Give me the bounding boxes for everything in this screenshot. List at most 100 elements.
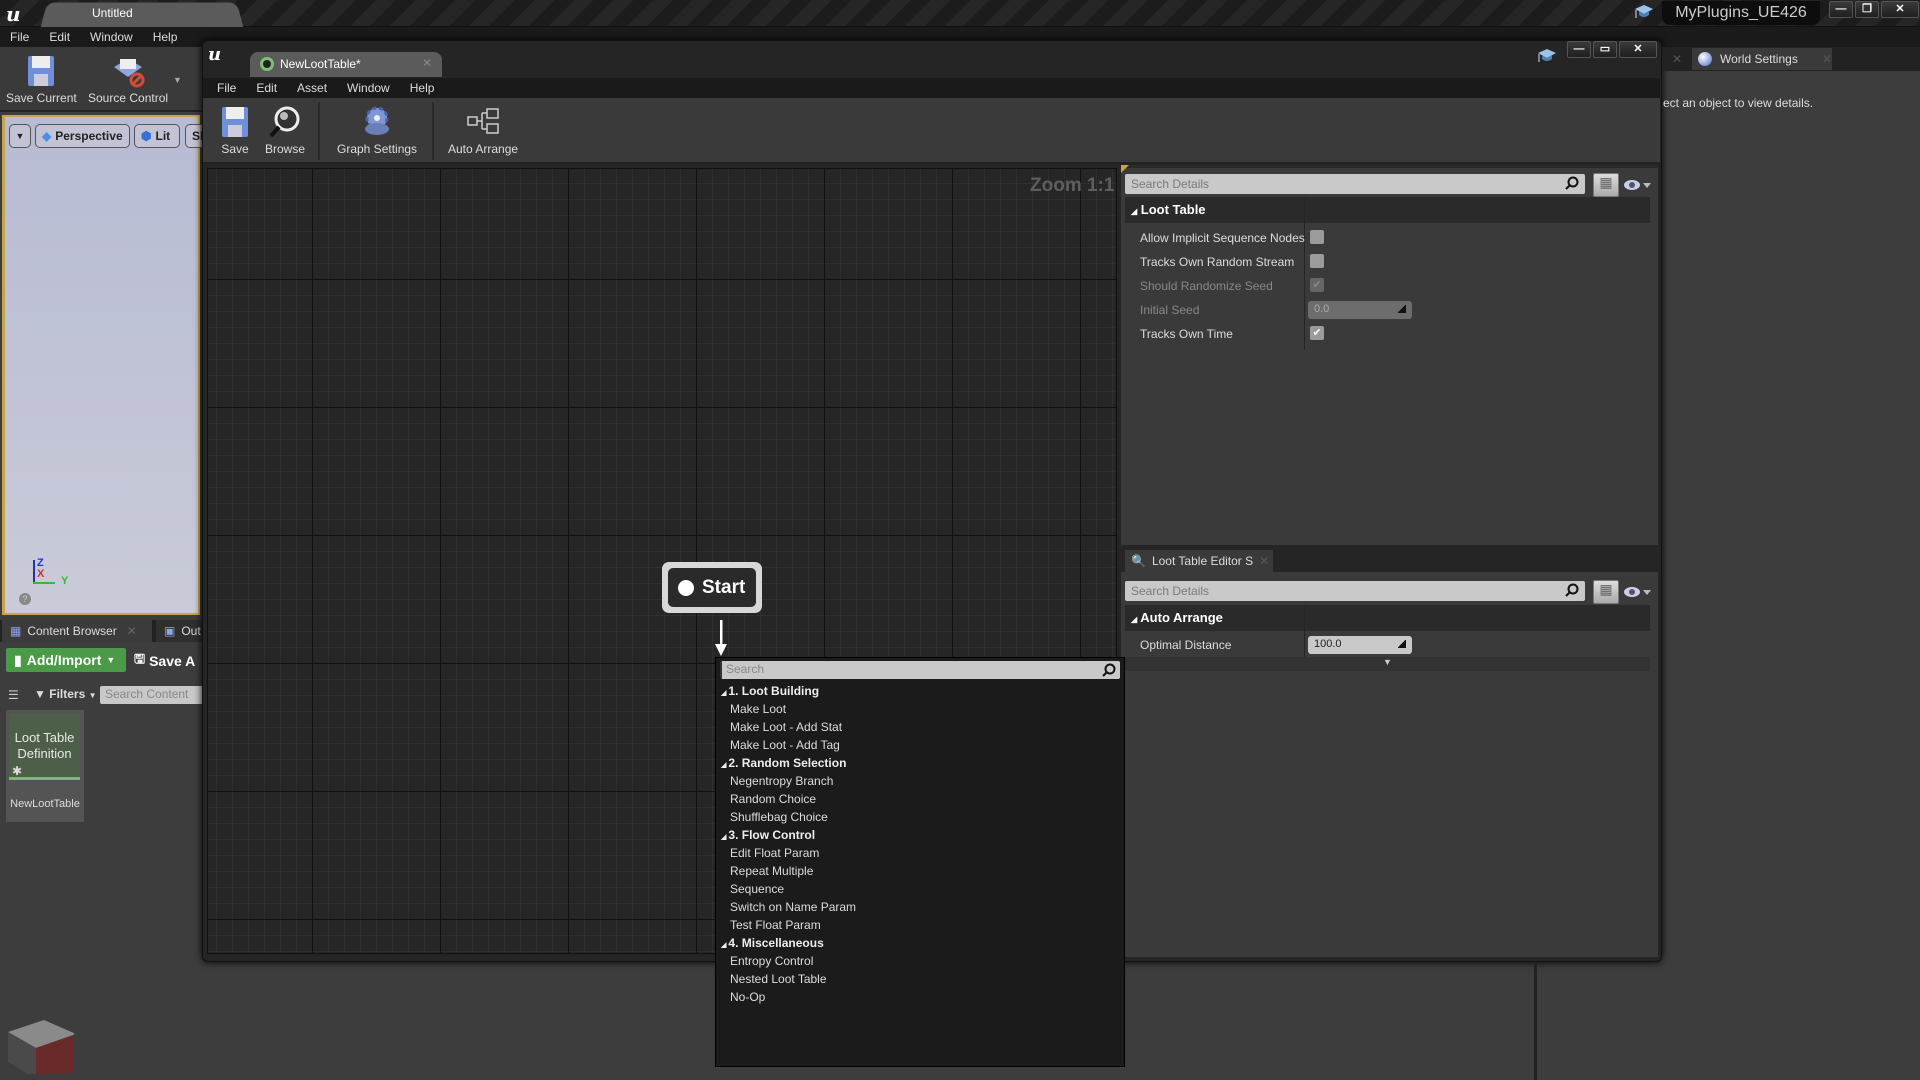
menu-category-header[interactable]: ◢ 3. Flow Control	[721, 828, 815, 842]
filters-button[interactable]: ▼ Filters ▼	[34, 687, 97, 701]
tab-output-log[interactable]: ▣ Out	[156, 620, 204, 642]
save-icon: 🖫	[134, 651, 146, 666]
main-title-bar	[0, 0, 1920, 27]
source-control-button[interactable]: Source Control	[88, 53, 168, 105]
editor-menu-bar: File Edit Asset Window Help	[203, 78, 1660, 98]
loot-table-category-header[interactable]: ◢ Loot Table	[1125, 197, 1650, 223]
menu-category-header[interactable]: ◢ 4. Miscellaneous	[721, 936, 824, 950]
menu-item[interactable]: Sequence	[730, 882, 784, 896]
details-search-input[interactable]: Search Details	[1125, 174, 1585, 194]
view-options-eye-icon[interactable]	[1623, 178, 1651, 192]
graph-settings-button[interactable]: Graph Settings	[337, 104, 417, 156]
tab-world-settings[interactable]: World Settings ✕	[1692, 48, 1832, 70]
panel-splitter[interactable]	[1534, 962, 1537, 1080]
search-content-input[interactable]: Search Content	[100, 686, 204, 704]
close-tab-icon[interactable]: ✕	[422, 56, 432, 70]
menu-item[interactable]: Shufflebag Choice	[730, 810, 828, 824]
close-icon[interactable]: ✕	[1672, 52, 1682, 66]
close-button[interactable]: ✕	[1881, 1, 1919, 18]
spin-handle-icon[interactable]	[1398, 305, 1406, 313]
column-splitter[interactable]	[1304, 197, 1305, 350]
editor-settings-search-input[interactable]: Search Details	[1125, 581, 1585, 601]
menu-category-header[interactable]: ◢ 2. Random Selection	[721, 756, 846, 770]
menu-help[interactable]: Help	[143, 27, 188, 47]
minimize-button[interactable]: —	[1829, 1, 1853, 18]
menu-item[interactable]: Edit Float Param	[730, 846, 819, 860]
close-icon[interactable]: ✕	[1259, 554, 1269, 568]
menu-item[interactable]: Nested Loot Table	[730, 972, 827, 986]
asset-name: NewLootTable	[10, 798, 80, 810]
menu-category-header[interactable]: ◢ 1. Loot Building	[721, 684, 819, 698]
help-icon[interactable]: ?	[19, 593, 31, 605]
optimal-distance-value: 100.0	[1314, 638, 1342, 650]
tracks-own-time-checkbox[interactable]: ✔	[1310, 326, 1324, 340]
menu-window[interactable]: Window	[337, 78, 400, 98]
close-icon[interactable]: ✕	[127, 624, 137, 638]
close-icon[interactable]: ✕	[1822, 52, 1832, 66]
save-all-button[interactable]: 🖫 Save A	[134, 650, 195, 672]
content-browser-tabbar: ▦ Content Browser ✕ ▣ Out	[0, 620, 204, 642]
save-button[interactable]: Save	[217, 104, 253, 156]
menu-window[interactable]: Window	[80, 27, 143, 47]
lit-cube-icon: ⬢	[141, 129, 152, 143]
advanced-expander[interactable]: ▼	[1125, 657, 1650, 671]
save-current-button[interactable]: Save Current	[6, 53, 77, 105]
should-randomize-seed-checkbox[interactable]: ✔	[1310, 278, 1324, 292]
learn-hat-icon[interactable]	[1537, 48, 1557, 64]
editor-toolbar: Save Browse Graph Settings Auto Arrange	[203, 98, 1660, 164]
add-import-button[interactable]: ▮ Add/Import ▼	[6, 648, 126, 672]
menu-item[interactable]: No-Op	[730, 990, 765, 1004]
sources-toggle-icon[interactable]: ☰	[8, 688, 19, 702]
menu-item[interactable]: Test Float Param	[730, 918, 821, 932]
column-splitter[interactable]	[1304, 605, 1305, 657]
menu-edit[interactable]: Edit	[246, 78, 287, 98]
tab-content-browser[interactable]: ▦ Content Browser ✕	[2, 620, 152, 642]
main-level-tab[interactable]	[40, 2, 244, 28]
auto-arrange-button[interactable]: Auto Arrange	[448, 104, 518, 156]
tracks-own-random-stream-checkbox[interactable]	[1310, 254, 1324, 268]
viewport-options-button[interactable]: ▼	[9, 124, 31, 148]
allow-implicit-sequence-nodes-checkbox[interactable]	[1310, 230, 1324, 244]
menu-item[interactable]: Entropy Control	[730, 954, 813, 968]
restore-button[interactable]: ❐	[1855, 1, 1879, 18]
property-matrix-button[interactable]: ▦	[1593, 173, 1619, 197]
menu-item[interactable]: Make Loot	[730, 702, 786, 716]
source-control-dropdown-icon[interactable]: ▼	[173, 75, 182, 85]
view-options-eye-icon[interactable]	[1623, 585, 1651, 599]
property-matrix-button[interactable]: ▦	[1593, 580, 1619, 604]
menu-item[interactable]: Negentropy Branch	[730, 774, 833, 788]
menu-file[interactable]: File	[0, 27, 39, 47]
output-pin-arrow-icon[interactable]	[715, 620, 727, 656]
editor-asset-tab-label: NewLootTable*	[280, 57, 361, 71]
node-search-input[interactable]: Search	[720, 661, 1120, 679]
menu-item[interactable]: Random Choice	[730, 792, 816, 806]
auto-arrange-category-header[interactable]: ◢ Auto Arrange	[1125, 605, 1650, 631]
menu-item[interactable]: Switch on Name Param	[730, 900, 856, 914]
output-log-icon: ▣	[164, 624, 176, 638]
tab-loot-table-editor-settings[interactable]: 🔍 Loot Table Editor S ✕	[1125, 550, 1273, 572]
floppy-disk-icon	[28, 56, 55, 86]
lit-button[interactable]: ⬢ Lit	[134, 124, 180, 148]
perspective-button[interactable]: ◆ Perspective	[35, 124, 130, 148]
expand-triangle-icon: ◢	[1131, 615, 1138, 624]
save-all-label: Save A	[149, 653, 196, 669]
menu-asset[interactable]: Asset	[287, 78, 337, 98]
loot-table-asset-icon	[260, 57, 274, 71]
menu-help[interactable]: Help	[400, 78, 445, 98]
start-node[interactable]: Start	[662, 562, 762, 613]
menu-edit[interactable]: Edit	[39, 27, 80, 47]
initial-seed-field[interactable]: 0.0	[1308, 301, 1412, 319]
menu-item[interactable]: Make Loot - Add Tag	[730, 738, 840, 752]
menu-file[interactable]: File	[207, 78, 246, 98]
menu-item[interactable]: Repeat Multiple	[730, 864, 813, 878]
optimal-distance-field[interactable]: 100.0	[1308, 636, 1412, 654]
learn-hat-icon[interactable]	[1634, 4, 1654, 20]
spin-handle-icon[interactable]	[1398, 640, 1406, 648]
maximize-button[interactable]: ▭	[1593, 41, 1617, 58]
close-button[interactable]: ✕	[1619, 41, 1657, 58]
level-viewport[interactable]: ▼ ◆ Perspective ⬢ Lit Sh Z X Y ?	[2, 115, 215, 615]
minimize-button[interactable]: —	[1567, 41, 1591, 58]
browse-button[interactable]: Browse	[265, 104, 305, 156]
menu-item[interactable]: Make Loot - Add Stat	[730, 720, 842, 734]
property-label: Should Randomize Seed	[1140, 279, 1273, 293]
